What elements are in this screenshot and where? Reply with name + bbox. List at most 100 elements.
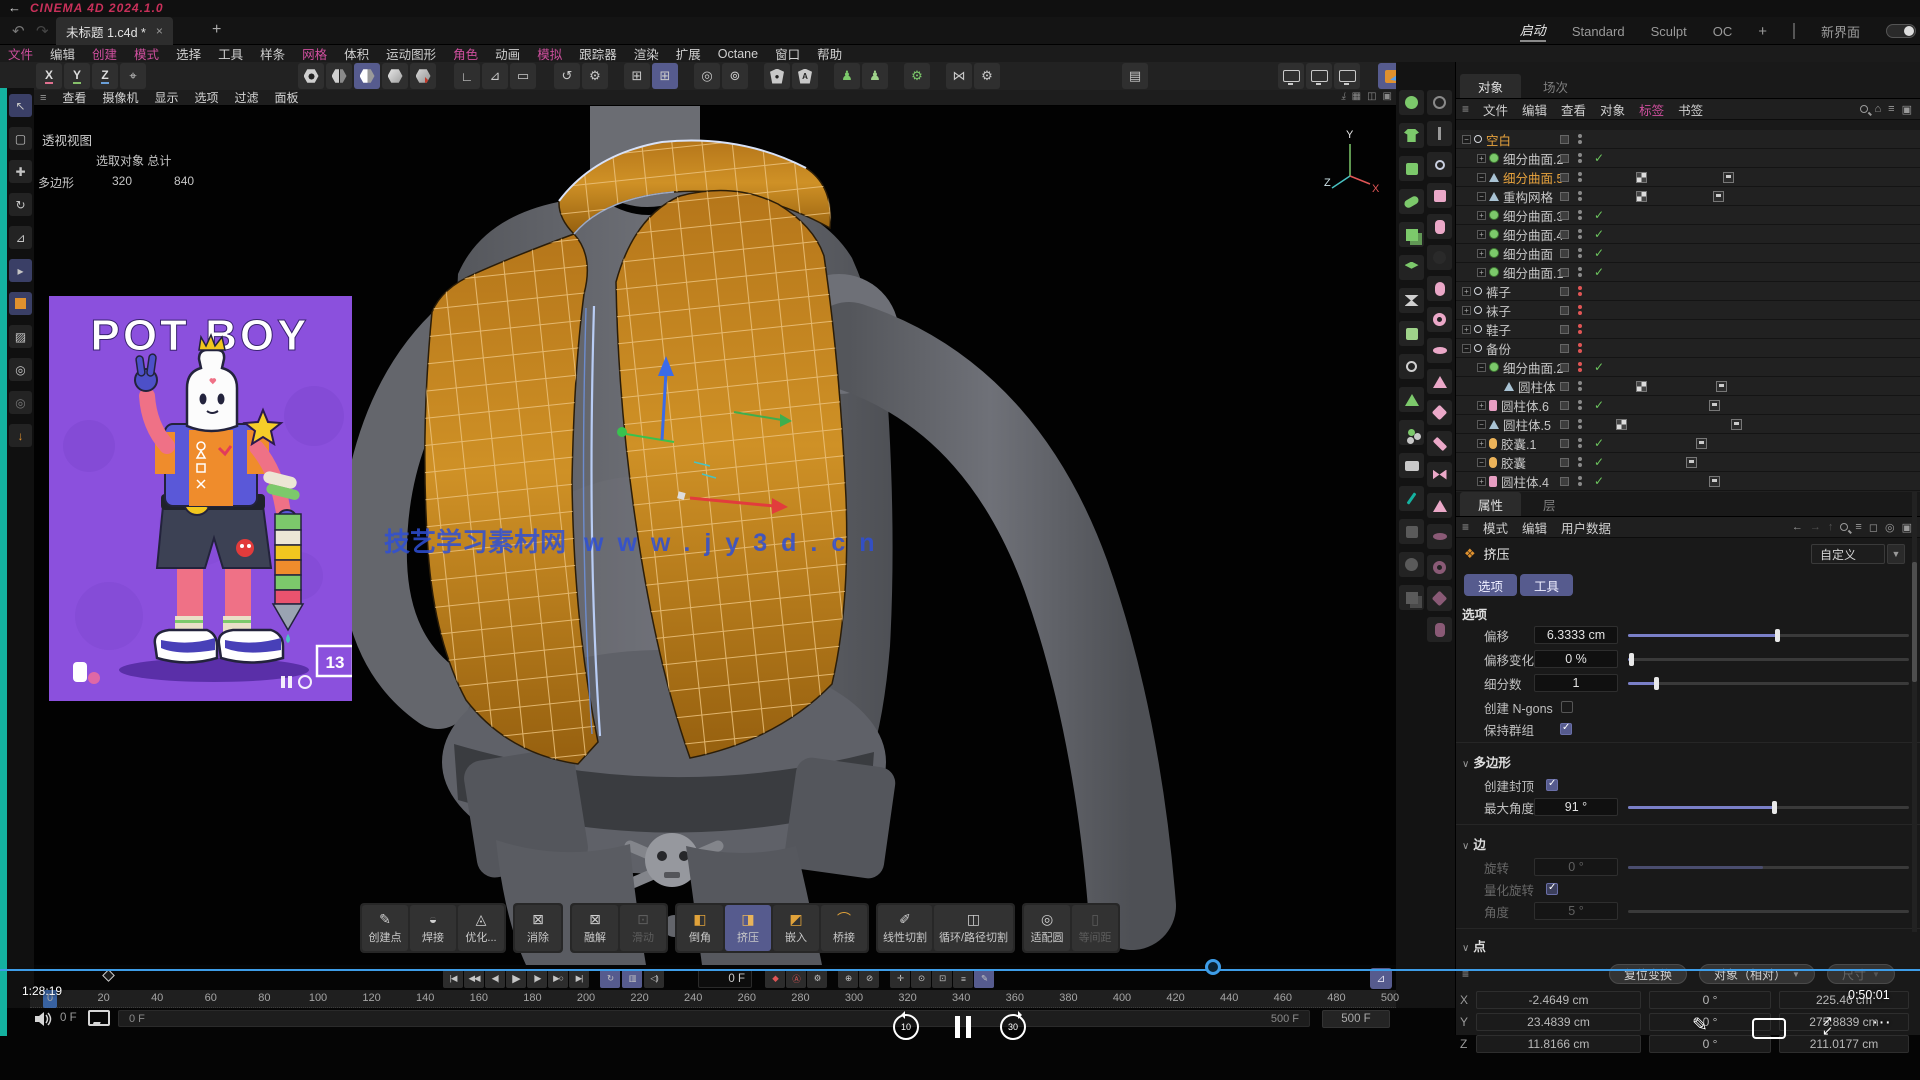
search-icon[interactable] xyxy=(1860,105,1868,113)
enabled-check-icon[interactable]: ✓ xyxy=(1594,455,1604,469)
lock-icon[interactable]: ◻ xyxy=(1869,521,1878,534)
workspace-tab-OC[interactable]: OC xyxy=(1713,24,1733,39)
expand-toggle[interactable]: + xyxy=(1477,401,1486,410)
keyframe-settings[interactable]: ⚙ xyxy=(807,969,827,988)
uv-tag-icon[interactable] xyxy=(1636,191,1647,202)
tab-add-button[interactable]: + xyxy=(212,21,221,39)
enabled-check-icon[interactable]: ✓ xyxy=(1594,246,1604,260)
redo-icon[interactable]: ↷ xyxy=(36,22,49,40)
tool-settings[interactable]: ⚙ xyxy=(974,63,1000,89)
expand-toggle[interactable]: − xyxy=(1477,173,1486,182)
model-tool-挤压[interactable]: ◨挤压 xyxy=(725,905,771,951)
visibility-dots[interactable] xyxy=(1578,476,1582,486)
prev-frame[interactable]: ◀| xyxy=(485,969,505,988)
tree-row-袜子[interactable]: +袜子 xyxy=(1456,301,1920,320)
tree-row-圆柱体.5[interactable]: −圆柱体.5 xyxy=(1456,415,1920,434)
z-size-field[interactable]: 211.0177 cm xyxy=(1779,1035,1909,1053)
preset-dropdown[interactable]: 自定义 xyxy=(1811,544,1885,564)
render-shield-2[interactable]: A xyxy=(792,63,818,89)
preview-monitor-icon[interactable] xyxy=(88,1010,110,1026)
axis-gizmo[interactable]: ∟ xyxy=(454,63,480,89)
tree-row-胶囊[interactable]: −胶囊✓ xyxy=(1456,453,1920,472)
scale-tool[interactable]: ⊿ xyxy=(9,226,32,249)
viewport-layout-2[interactable] xyxy=(1306,63,1332,89)
menu-编辑[interactable]: 编辑 xyxy=(50,44,75,63)
record-disabled[interactable]: ⊘ xyxy=(859,969,879,988)
menu-跟踪器[interactable]: 跟踪器 xyxy=(579,44,617,63)
preserve-groups-checkbox[interactable] xyxy=(1560,723,1572,735)
record-pos-track[interactable]: ✛ xyxy=(890,969,910,988)
hd-quality-icon[interactable] xyxy=(1752,1018,1786,1039)
layer-chip[interactable] xyxy=(1560,268,1569,277)
menu-模式[interactable]: 模式 xyxy=(134,44,159,63)
layer-chip[interactable] xyxy=(1560,135,1569,144)
character-tool[interactable]: ♟ xyxy=(834,63,860,89)
sim-select[interactable] xyxy=(1399,90,1424,115)
disc-primitive[interactable] xyxy=(1427,338,1452,363)
visibility-dots[interactable] xyxy=(1578,400,1582,410)
play-mode[interactable]: ▥ xyxy=(622,969,642,988)
flag-tag-icon[interactable] xyxy=(1716,381,1727,392)
record-keyframe[interactable]: ◆ xyxy=(765,969,785,988)
tree-row-细分曲面.3[interactable]: +细分曲面.3✓ xyxy=(1456,206,1920,225)
visibility-dots[interactable] xyxy=(1578,172,1582,182)
record-rotation[interactable]: ⊙ xyxy=(911,969,931,988)
flag-tag-icon[interactable] xyxy=(1723,172,1734,183)
flag-tag-icon[interactable] xyxy=(1709,400,1720,411)
lock-x[interactable]: X xyxy=(36,63,62,89)
vp-menu-显示[interactable]: 显示 xyxy=(154,90,178,106)
expand-toggle[interactable]: − xyxy=(1462,344,1471,353)
pyramid-primitive[interactable] xyxy=(1427,493,1452,518)
viewport-layout-3[interactable] xyxy=(1334,63,1360,89)
layer-chip[interactable] xyxy=(1560,458,1569,467)
lock-y[interactable]: Y xyxy=(64,63,90,89)
z-position-field[interactable]: 11.8166 cm xyxy=(1476,1035,1641,1053)
joint[interactable] xyxy=(1427,121,1452,146)
network[interactable] xyxy=(1399,354,1424,379)
skip-forward-30-button[interactable]: 30 xyxy=(1000,1014,1026,1040)
max-angle-field[interactable]: 91 ° xyxy=(1534,798,1618,816)
extra-2[interactable] xyxy=(1399,552,1424,577)
tree-row-细分曲面.2[interactable]: −细分曲面.2✓ xyxy=(1456,358,1920,377)
tree-row-胶囊.1[interactable]: +胶囊.1✓ xyxy=(1456,434,1920,453)
perspective-viewport[interactable]: ≡ 查看摄像机显示选项过滤面板⤓▦◫▣ 透视视图 选取对象 总计 多边形 320… xyxy=(34,90,1396,965)
vp-menu-面板[interactable]: 面板 xyxy=(275,90,299,106)
tree-row-备份[interactable]: −备份 xyxy=(1456,339,1920,358)
visibility-dots[interactable] xyxy=(1578,343,1582,353)
menu-模拟[interactable]: 模拟 xyxy=(537,44,562,63)
simulation-settings[interactable]: ⚙ xyxy=(904,63,930,89)
record-scale[interactable]: ⊡ xyxy=(932,969,952,988)
panel-icon[interactable]: ▣ xyxy=(1902,103,1912,116)
live-selection-tool[interactable]: ↖ xyxy=(9,94,32,117)
content-browser[interactable]: ▤ xyxy=(1122,63,1148,89)
symmetry-tool[interactable]: ⋈ xyxy=(946,63,972,89)
home-icon[interactable]: ⌂ xyxy=(1875,103,1882,115)
extra-1[interactable] xyxy=(1399,519,1424,544)
menu-帮助[interactable]: 帮助 xyxy=(817,44,842,63)
flag-tag-icon[interactable] xyxy=(1713,191,1724,202)
edge-section-header[interactable]: ∨边 xyxy=(1462,834,1486,853)
visibility-dots[interactable] xyxy=(1578,267,1582,277)
menu-动画[interactable]: 动画 xyxy=(495,44,520,63)
loop-playback[interactable]: ↻ xyxy=(600,969,620,988)
enabled-check-icon[interactable]: ✓ xyxy=(1594,265,1604,279)
expand-toggle[interactable]: + xyxy=(1477,211,1486,220)
video-progress-bar[interactable] xyxy=(0,969,1920,971)
vp-menu-过滤[interactable]: 过滤 xyxy=(234,90,258,106)
visibility-dots[interactable] xyxy=(1578,438,1582,448)
om-burger-icon[interactable]: ≡ xyxy=(1462,102,1469,116)
tree-row-圆柱体.6[interactable]: +圆柱体.6✓ xyxy=(1456,396,1920,415)
extra-3[interactable] xyxy=(1399,585,1424,610)
tree-row-鞋子[interactable]: +鞋子 xyxy=(1456,320,1920,339)
axis-workplane[interactable]: ⊿ xyxy=(482,63,508,89)
expand-toggle[interactable]: + xyxy=(1477,230,1486,239)
axis-settings[interactable]: ⚙ xyxy=(582,63,608,89)
polygons-mode[interactable] xyxy=(354,63,380,89)
bowtie-primitive[interactable] xyxy=(1427,462,1452,487)
snap-off[interactable]: ⊞ xyxy=(624,63,650,89)
plane-primitive[interactable] xyxy=(1427,431,1452,456)
undo-icon[interactable]: ↶ xyxy=(12,22,25,40)
points-mode[interactable] xyxy=(298,63,324,89)
offset-slider[interactable] xyxy=(1628,626,1909,644)
model-tool-焊接[interactable]: ◒焊接 xyxy=(410,905,456,951)
